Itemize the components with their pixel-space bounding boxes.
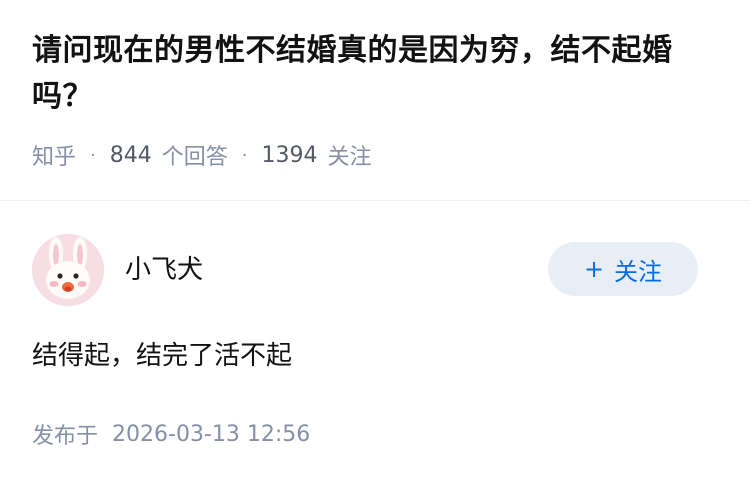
- author-row: 小飞犬 + 关注: [32, 234, 700, 306]
- question-title[interactable]: 请问现在的男性不结婚真的是因为穷，结不起婚吗？: [32, 28, 722, 120]
- question-header: 请问现在的男性不结婚真的是因为穷，结不起婚吗？ 知乎 · 844 个回答 · 1…: [32, 28, 722, 170]
- follow-button-label: 关注: [614, 257, 663, 286]
- section-divider: [0, 200, 750, 201]
- author-name[interactable]: 小飞犬: [125, 252, 203, 288]
- meta-separator: ·: [241, 144, 248, 166]
- answer-content[interactable]: 结得起，结完了活不起: [32, 337, 292, 375]
- published-time: 2026-03-13 12:56: [112, 421, 311, 447]
- bunny-avatar-icon: [32, 234, 104, 306]
- meta-separator: ·: [90, 144, 96, 166]
- follow-button[interactable]: + 关注: [548, 242, 698, 296]
- published-label: 发布于: [32, 424, 99, 449]
- answers-label: 个回答: [161, 145, 228, 170]
- followers-label: 关注: [327, 145, 372, 170]
- avatar[interactable]: [32, 234, 104, 306]
- plus-icon: +: [583, 255, 605, 283]
- question-meta: 知乎 · 844 个回答 · 1394 关注: [32, 139, 722, 171]
- followers-count: 1394: [261, 142, 318, 168]
- answer-footer: 发布于 2026-03-13 12:56: [32, 418, 310, 450]
- answers-count: 844: [109, 142, 152, 168]
- source-label[interactable]: 知乎: [32, 139, 76, 171]
